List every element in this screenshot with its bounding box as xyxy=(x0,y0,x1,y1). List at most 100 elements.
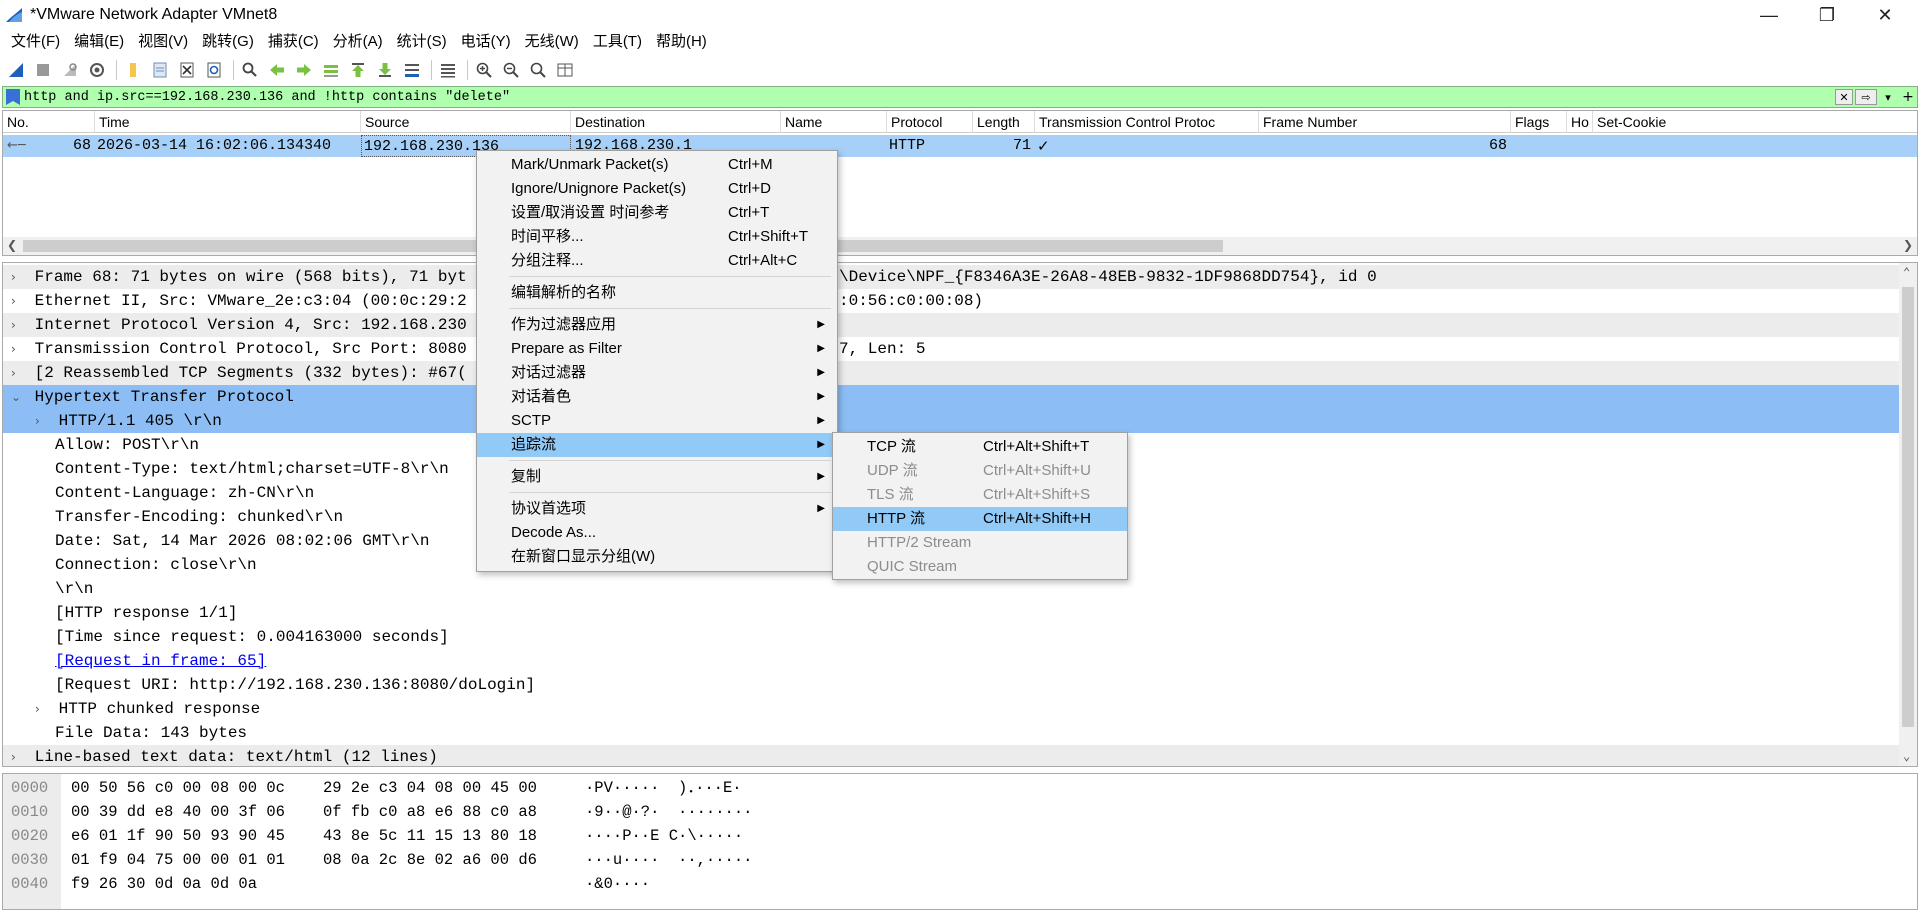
scrollbar-thumb[interactable] xyxy=(1902,287,1914,727)
detail-tcp[interactable]: › Transmission Control Protocol, Src Por… xyxy=(3,337,1899,361)
detail-http-response-index[interactable]: [HTTP response 1/1] xyxy=(3,601,1899,625)
menu-item-ignore-packet[interactable]: Ignore/Unignore Packet(s) Ctrl+D xyxy=(477,177,837,201)
menu-go[interactable]: 跳转(G) xyxy=(195,30,261,54)
col-header-no[interactable]: No. xyxy=(3,111,95,133)
menu-telephony[interactable]: 电话(Y) xyxy=(454,30,518,54)
menu-item-mark-packet[interactable]: Mark/Unmark Packet(s) Ctrl+M xyxy=(477,153,837,177)
menu-item-protocol-preferences[interactable]: 协议首选项 ▶ xyxy=(477,497,837,521)
detail-http-status[interactable]: › HTTP/1.1 405 \r\n xyxy=(3,409,1899,433)
detail-reassembled[interactable]: › [2 Reassembled TCP Segments (332 bytes… xyxy=(3,361,1899,385)
expand-icon[interactable]: › xyxy=(35,409,49,433)
stop-capture-icon[interactable] xyxy=(31,59,55,81)
menu-item-colorize-conversation[interactable]: 对话着色 ▶ xyxy=(477,385,837,409)
menu-item-edit-resolved-name[interactable]: 编辑解析的名称 xyxy=(477,281,837,305)
detail-chunked-response[interactable]: › HTTP chunked response xyxy=(3,697,1899,721)
scroll-right-icon[interactable]: ❯ xyxy=(1903,238,1913,252)
detail-http[interactable]: ⌄ Hypertext Transfer Protocol xyxy=(3,385,1899,409)
save-file-icon[interactable] xyxy=(148,59,172,81)
col-header-source[interactable]: Source xyxy=(361,111,571,133)
add-filter-button-icon[interactable]: + xyxy=(1899,89,1917,105)
scroll-left-icon[interactable]: ❮ xyxy=(7,238,17,252)
menu-wireless[interactable]: 无线(W) xyxy=(518,30,586,54)
hex-row[interactable]: 0010 00 39 dd e8 40 00 3f 06 0f fb c0 a8 e… xyxy=(3,800,903,824)
zoom-in-icon[interactable] xyxy=(472,59,496,81)
scroll-up-icon[interactable]: ⌃ xyxy=(1903,265,1910,280)
col-header-name[interactable]: Name xyxy=(781,111,887,133)
detail-time-since-request[interactable]: [Time since request: 0.004163000 seconds… xyxy=(3,625,1899,649)
packet-row-selected[interactable]: ←─ 68 2026-03-14 16:02:06.134340 192.168… xyxy=(3,135,1917,157)
expand-icon[interactable]: › xyxy=(11,361,25,385)
menu-tools[interactable]: 工具(T) xyxy=(586,30,649,54)
bookmark-icon[interactable] xyxy=(6,89,20,105)
close-file-icon[interactable] xyxy=(175,59,199,81)
col-header-frame-number[interactable]: Frame Number xyxy=(1259,111,1511,133)
expand-icon[interactable]: › xyxy=(35,697,49,721)
go-forward-icon[interactable] xyxy=(292,59,316,81)
detail-request-in-frame[interactable]: [Request in frame: 65] xyxy=(3,649,1899,673)
menu-view[interactable]: 视图(V) xyxy=(131,30,195,54)
menu-statistics[interactable]: 统计(S) xyxy=(390,30,454,54)
menu-help[interactable]: 帮助(H) xyxy=(649,30,714,54)
detail-ethernet[interactable]: › Ethernet II, Src: VMware_2e:c3:04 (00:… xyxy=(3,289,1899,313)
col-header-protocol[interactable]: Protocol xyxy=(887,111,973,133)
display-filter-input[interactable]: http and ip.src==192.168.230.136 and !ht… xyxy=(24,90,1833,105)
submenu-item-http-stream[interactable]: HTTP 流 Ctrl+Alt+Shift+H xyxy=(833,507,1127,531)
detail-line-based-text[interactable]: › Line-based text data: text/html (12 li… xyxy=(3,745,1899,766)
apply-filter-icon[interactable]: ⇨ xyxy=(1855,89,1877,105)
menu-item-show-in-new-window[interactable]: 在新窗口显示分组(W) xyxy=(477,545,837,569)
go-first-packet-icon[interactable] xyxy=(346,59,370,81)
menu-analyze[interactable]: 分析(A) xyxy=(326,30,390,54)
menu-item-prepare-as-filter[interactable]: Prepare as Filter ▶ xyxy=(477,337,837,361)
expand-icon[interactable]: › xyxy=(11,337,25,361)
start-capture-icon[interactable] xyxy=(4,59,28,81)
detail-frame[interactable]: › Frame 68: 71 bytes on wire (568 bits),… xyxy=(3,265,1899,289)
close-icon[interactable]: ✕ xyxy=(1856,0,1914,30)
go-last-packet-icon[interactable] xyxy=(373,59,397,81)
menu-item-time-shift[interactable]: 时间平移... Ctrl+Shift+T xyxy=(477,225,837,249)
col-header-time[interactable]: Time xyxy=(95,111,361,133)
minimize-icon[interactable]: — xyxy=(1740,0,1798,30)
scroll-down-icon[interactable]: ⌄ xyxy=(1903,749,1910,764)
request-frame-link[interactable]: [Request in frame: 65] xyxy=(55,652,266,670)
zoom-reset-icon[interactable] xyxy=(526,59,550,81)
col-header-ho[interactable]: Ho xyxy=(1567,111,1593,133)
col-header-flags[interactable]: Flags xyxy=(1511,111,1567,133)
colorize-icon[interactable] xyxy=(436,59,460,81)
col-header-tcp[interactable]: Transmission Control Protoc xyxy=(1035,111,1259,133)
menu-item-sctp[interactable]: SCTP ▶ xyxy=(477,409,837,433)
menu-item-copy[interactable]: 复制 ▶ xyxy=(477,465,837,489)
menu-file[interactable]: 文件(F) xyxy=(4,30,67,54)
capture-options-icon[interactable] xyxy=(85,59,109,81)
go-back-icon[interactable] xyxy=(265,59,289,81)
reload-file-icon[interactable] xyxy=(202,59,226,81)
menu-item-apply-as-filter[interactable]: 作为过滤器应用 ▶ xyxy=(477,313,837,337)
menu-item-packet-comment[interactable]: 分组注释... Ctrl+Alt+C xyxy=(477,249,837,273)
hex-row[interactable]: 0020 e6 01 1f 90 50 93 90 45 43 8e 5c 11 1… xyxy=(3,824,903,848)
menu-item-follow-stream[interactable]: 追踪流 ▶ xyxy=(477,433,837,457)
detail-ipv4[interactable]: › Internet Protocol Version 4, Src: 192.… xyxy=(3,313,1899,337)
expand-icon[interactable]: › xyxy=(11,289,25,313)
clear-filter-icon[interactable]: ✕ xyxy=(1835,89,1853,105)
menu-item-decode-as[interactable]: Decode As... xyxy=(477,521,837,545)
menu-item-time-reference[interactable]: 设置/取消设置 时间参考 Ctrl+T xyxy=(477,201,837,225)
menu-edit[interactable]: 编辑(E) xyxy=(67,30,131,54)
restart-capture-icon[interactable] xyxy=(58,59,82,81)
find-packet-icon[interactable] xyxy=(238,59,262,81)
expand-icon[interactable]: › xyxy=(11,745,25,766)
packet-list-hscrollbar[interactable]: ❮ ❯ xyxy=(3,237,1917,255)
col-header-length[interactable]: Length xyxy=(973,111,1035,133)
menu-capture[interactable]: 捕获(C) xyxy=(261,30,326,54)
submenu-item-tcp-stream[interactable]: TCP 流 Ctrl+Alt+Shift+T xyxy=(833,435,1127,459)
col-header-destination[interactable]: Destination xyxy=(571,111,781,133)
open-file-icon[interactable] xyxy=(121,59,145,81)
col-header-set-cookie[interactable]: Set-Cookie xyxy=(1593,111,1917,133)
hex-row[interactable]: 0040 f9 26 30 0d 0a 0d 0a ·&0···· xyxy=(3,872,903,896)
zoom-out-icon[interactable] xyxy=(499,59,523,81)
autoscroll-icon[interactable] xyxy=(400,59,424,81)
restore-icon[interactable]: ❐ xyxy=(1798,0,1856,30)
detail-file-data[interactable]: File Data: 143 bytes xyxy=(3,721,1899,745)
detail-request-uri[interactable]: [Request URI: http://192.168.230.136:808… xyxy=(3,673,1899,697)
menu-item-conversation-filter[interactable]: 对话过滤器 ▶ xyxy=(477,361,837,385)
hex-row[interactable]: 0000 00 50 56 c0 00 08 00 0c 29 2e c3 04 0… xyxy=(3,776,903,800)
details-vscrollbar[interactable]: ⌃ ⌄ xyxy=(1899,263,1917,766)
